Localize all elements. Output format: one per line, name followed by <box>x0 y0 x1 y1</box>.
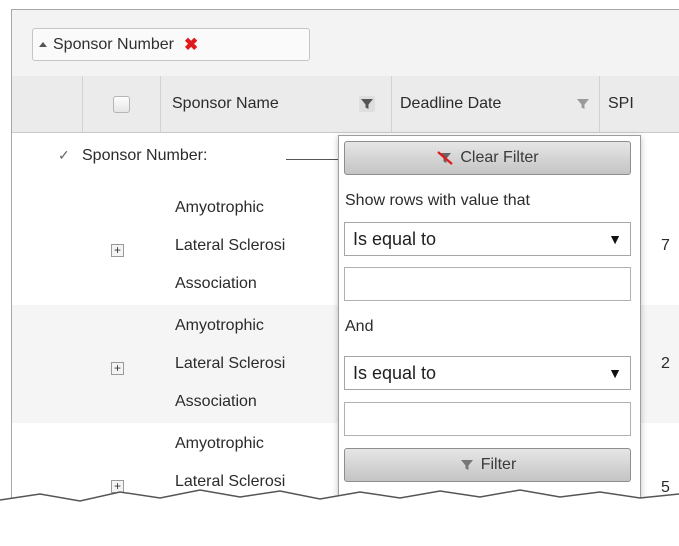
column-header-deadline-date[interactable]: Deadline Date <box>391 76 599 132</box>
cell-sponsor-name: Association <box>175 275 257 292</box>
cell-sponsor-name: Association <box>175 393 257 410</box>
operator-select-value: Is equal to <box>353 228 437 249</box>
group-divider <box>286 159 346 160</box>
header-select-cell <box>82 76 160 132</box>
filter-logic-label: And <box>345 318 374 335</box>
plus-icon[interactable]: + <box>111 244 124 257</box>
funnel-icon[interactable] <box>575 96 591 112</box>
sponsor-name-filter-cell <box>343 76 391 132</box>
cell-sponsor-name: Amyotrophic <box>175 435 264 452</box>
filter-menu: Clear Filter Show rows with value that I… <box>338 135 641 498</box>
dropdown-arrow-icon: ▼ <box>608 231 622 247</box>
column-header-sponsor-name[interactable]: Sponsor Name <box>160 76 343 132</box>
column-header-row: Sponsor Name Deadline Date SPI <box>12 76 679 133</box>
operator-select-1[interactable]: Is equal to ▼ <box>344 222 631 256</box>
cell-sponsor-name: Amyotrophic <box>175 199 264 216</box>
chevron-down-icon[interactable]: ✓ <box>58 147 70 164</box>
operator-select-2[interactable]: Is equal to ▼ <box>344 356 631 390</box>
filter-value-input-1[interactable] <box>344 267 631 301</box>
operator-select-value: Is equal to <box>353 362 437 383</box>
cell-partial: 7 <box>661 237 670 254</box>
filter-value-input-2[interactable] <box>344 402 631 436</box>
column-title: Sponsor Name <box>172 95 279 112</box>
plus-icon[interactable]: + <box>111 362 124 375</box>
select-all-checkbox[interactable] <box>113 95 130 113</box>
clear-filter-icon <box>436 150 454 166</box>
group-tag-sponsor-number[interactable]: Sponsor Number ✖ <box>32 28 310 61</box>
clear-filter-label: Clear Filter <box>460 149 539 166</box>
cell-sponsor-name: Lateral Sclerosi <box>175 355 286 372</box>
sort-ascending-icon[interactable] <box>39 42 47 47</box>
column-title: Deadline Date <box>400 95 502 112</box>
column-header-partial[interactable]: SPI <box>599 76 679 132</box>
group-panel: Sponsor Number ✖ <box>12 10 679 77</box>
clear-filter-button[interactable]: Clear Filter <box>344 141 631 175</box>
filter-instruction: Show rows with value that <box>345 192 530 209</box>
cell-sponsor-name: Amyotrophic <box>175 317 264 334</box>
cell-partial: 2 <box>661 355 670 372</box>
remove-icon[interactable]: ✖ <box>184 36 198 53</box>
column-title: SPI <box>608 95 634 112</box>
group-header-label: Sponsor Number: <box>82 147 208 164</box>
header-spacer <box>12 76 82 132</box>
funnel-icon[interactable] <box>359 96 375 112</box>
cell-sponsor-name: Lateral Sclerosi <box>175 237 286 254</box>
torn-edge <box>0 489 679 546</box>
grid: Sponsor Number ✖ Sponsor Name Deadline D… <box>11 9 679 498</box>
dropdown-arrow-icon: ▼ <box>608 365 622 381</box>
group-tag-label: Sponsor Number <box>53 35 174 53</box>
